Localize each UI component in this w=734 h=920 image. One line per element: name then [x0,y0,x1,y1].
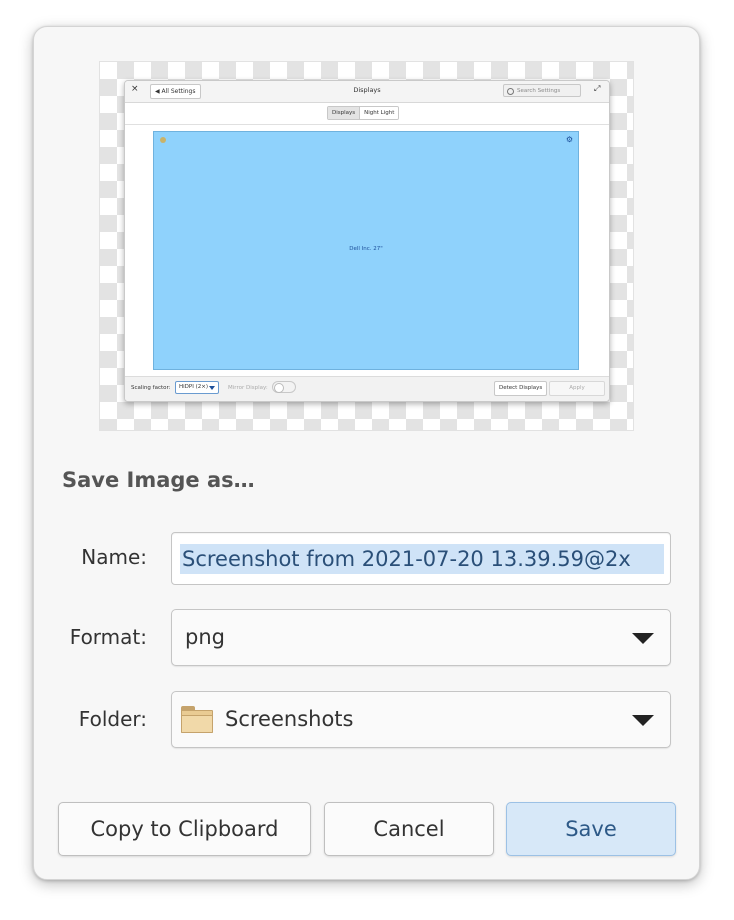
preview-tabs: Displays Night Light [327,106,400,120]
preview-tab-displays: Displays [328,107,361,119]
preview-toggle-knob [274,383,284,393]
preview-scaling-value: HiDPI (2×) [179,384,208,390]
preview-search: Search Settings [503,84,581,97]
preview-display-dot-icon [160,137,166,143]
preview-window: × ◀ All Settings Displays Search Setting… [124,80,610,402]
format-value: png [185,625,225,649]
name-field[interactable] [171,532,671,585]
preview-gear-icon: ⚙ [565,135,573,144]
chevron-down-icon [632,715,654,726]
preview-tab-night-light: Night Light [360,107,399,119]
cancel-button[interactable]: Cancel [324,802,494,856]
preview-maximize-icon: ⤢ [594,84,601,93]
preview-footer: Scaling factor: HiDPI (2×) Mirror Displa… [125,376,609,401]
preview-chevron-down-icon [209,386,215,390]
dialog-heading: Save Image as… [62,468,255,492]
preview-apply-button: Apply [549,381,605,396]
preview-search-placeholder: Search Settings [517,88,561,94]
preview-display-label: Dell Inc. 27" [349,246,383,252]
preview-mirror-toggle [272,381,296,393]
folder-label: Folder: [78,707,147,731]
preview-scaling-select: HiDPI (2×) [175,381,219,394]
name-label: Name: [81,545,147,569]
preview-divider [125,124,609,125]
folder-icon [181,706,213,734]
preview-titlebar: × ◀ All Settings Displays Search Setting… [125,81,609,103]
folder-value: Screenshots [225,707,354,731]
chevron-down-icon [632,633,654,644]
preview-detect-button: Detect Displays [494,381,548,396]
save-button[interactable]: Save [506,802,676,856]
format-label: Format: [69,625,147,649]
preview-display-area: ⚙ Dell Inc. 27" [153,131,579,370]
copy-to-clipboard-button[interactable]: Copy to Clipboard [58,802,311,856]
preview-scaling-label: Scaling factor: [131,385,171,391]
preview-mirror-label: Mirror Display: [228,385,268,391]
screenshot-preview: × ◀ All Settings Displays Search Setting… [99,61,634,431]
folder-dropdown[interactable]: Screenshots [171,691,671,748]
preview-search-icon [507,88,514,95]
name-input[interactable] [180,544,664,574]
format-dropdown[interactable]: png [171,609,671,666]
